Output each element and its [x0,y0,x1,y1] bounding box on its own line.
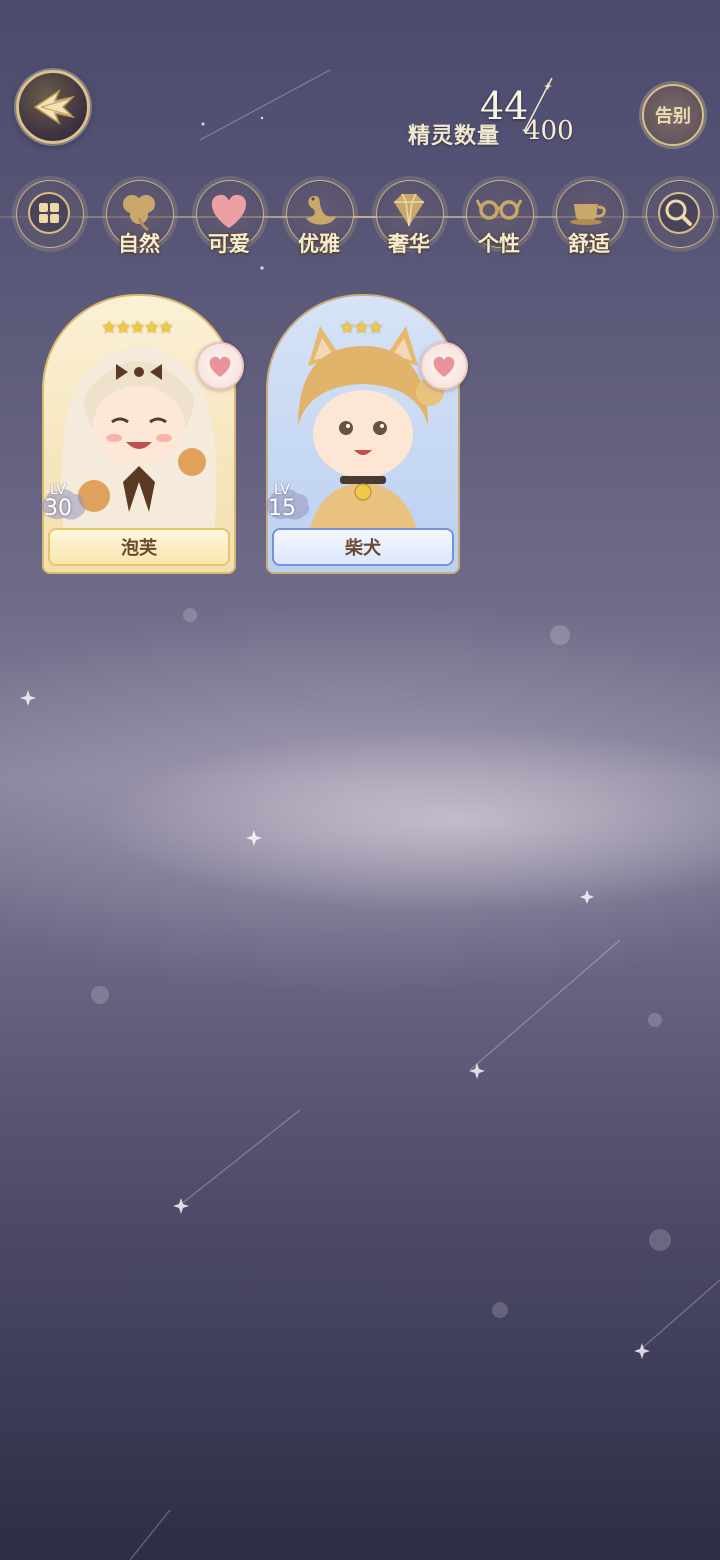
spirit-name-bar: 泡芙 [48,528,230,566]
filter-nature-button[interactable]: 自然 [104,180,174,260]
filter-luxury-button[interactable]: 奢华 [374,180,444,260]
clover-icon [123,195,155,232]
spirit-card[interactable]: 柴犬 ★★★ LV 15 [265,288,468,574]
spirit-capacity: 400 [524,116,574,146]
filter-elegant-button[interactable]: 优雅 [284,180,354,260]
filter-all-button[interactable] [14,180,84,260]
spirit-name-bar: 柴犬 [272,528,454,566]
heart-icon [209,356,231,377]
spirit-name: 柴犬 [345,538,381,559]
filter-label: 可爱 [208,231,250,256]
level-badge: LV 15 [262,482,314,526]
filter-comfort-button[interactable]: 舒适 [554,180,624,260]
filter-label: 舒适 [568,231,610,256]
category-grid-icon [28,192,70,234]
glasses-icon [475,199,523,220]
filter-label: 个性 [478,231,520,256]
heart-icon [433,356,455,377]
filter-label: 优雅 [298,231,340,256]
back-button[interactable] [16,70,90,144]
back-arrow-icon [33,89,76,125]
rarity-stars: ★★★ [339,318,384,338]
diamond-icon [394,193,424,227]
farewell-button[interactable]: 告别 [642,84,704,146]
spirit-name: 泡芙 [121,538,157,559]
filter-cute-button[interactable]: 可爱 [194,180,264,260]
level-value: 30 [44,496,72,521]
spirit-counter: 精灵数量 44 400 [392,77,632,152]
filter-label: 奢华 [388,231,430,256]
filter-label: 自然 [118,231,160,256]
farewell-label: 告别 [655,106,691,127]
level-value: 15 [268,496,296,521]
level-badge: LV 30 [38,482,90,526]
favorite-button[interactable] [420,342,468,390]
filter-personality-button[interactable]: 个性 [464,180,534,260]
search-icon [658,192,700,234]
search-button[interactable] [644,180,714,260]
teacup-icon [570,204,606,225]
rarity-stars: ★★★★★ [101,318,173,338]
swan-icon [306,196,336,225]
spirit-card[interactable]: 泡芙 ★★★★★ LV 30 [41,288,244,574]
favorite-button[interactable] [196,342,244,390]
heart-icon [211,194,247,228]
